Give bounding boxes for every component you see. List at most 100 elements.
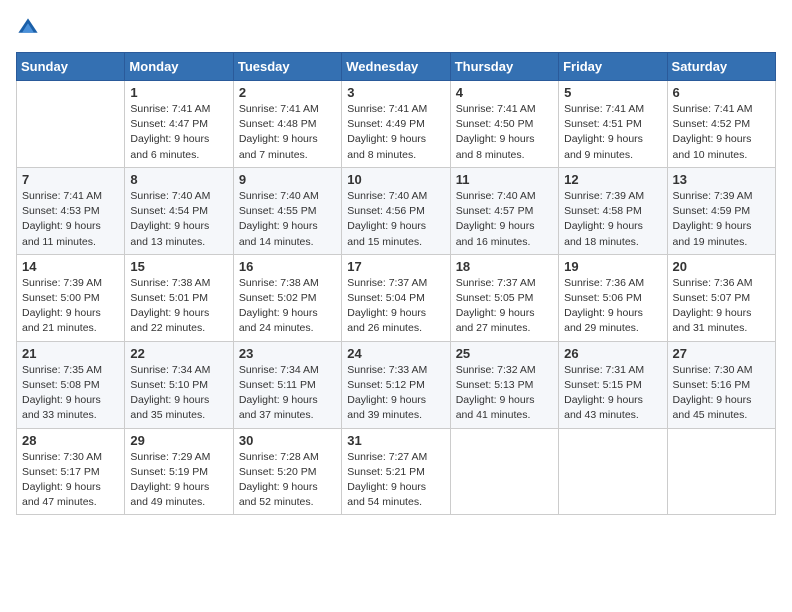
day-number: 16 bbox=[239, 259, 336, 274]
calendar-cell: 29Sunrise: 7:29 AMSunset: 5:19 PMDayligh… bbox=[125, 428, 233, 515]
day-info: Sunrise: 7:41 AMSunset: 4:47 PMDaylight:… bbox=[130, 102, 227, 163]
day-info: Sunrise: 7:41 AMSunset: 4:52 PMDaylight:… bbox=[673, 102, 770, 163]
calendar-cell: 15Sunrise: 7:38 AMSunset: 5:01 PMDayligh… bbox=[125, 254, 233, 341]
day-number: 3 bbox=[347, 85, 444, 100]
day-number: 14 bbox=[22, 259, 119, 274]
calendar-cell: 26 Sunrise: 7:31 AMSunset: 5:15 PMDayligh… bbox=[559, 341, 667, 428]
weekday-header-saturday: Saturday bbox=[667, 53, 775, 81]
calendar-cell: 25 Sunrise: 7:32 AMSunset: 5:13 PMDayligh… bbox=[450, 341, 558, 428]
calendar-cell: 3 Sunrise: 7:41 AMSunset: 4:49 PMDaylight… bbox=[342, 81, 450, 168]
day-number: 20 bbox=[673, 259, 770, 274]
calendar-cell: 7 Sunrise: 7:41 AMSunset: 4:53 PMDaylight… bbox=[17, 167, 125, 254]
day-number: 30 bbox=[239, 433, 336, 448]
calendar-cell bbox=[667, 428, 775, 515]
day-info: Sunrise: 7:30 AMSunset: 5:16 PMDaylight:… bbox=[673, 363, 770, 424]
day-number: 12 bbox=[564, 172, 661, 187]
calendar-cell bbox=[559, 428, 667, 515]
day-info: Sunrise: 7:28 AMSunset: 5:20 PMDaylight:… bbox=[239, 450, 336, 511]
day-number: 26 bbox=[564, 346, 661, 361]
day-info: Sunrise: 7:39 AMSunset: 5:00 PMDaylight:… bbox=[22, 276, 119, 337]
day-info: Sunrise: 7:41 AMSunset: 4:50 PMDaylight:… bbox=[456, 102, 553, 163]
day-info: Sunrise: 7:36 AMSunset: 5:07 PMDaylight:… bbox=[673, 276, 770, 337]
day-number: 17 bbox=[347, 259, 444, 274]
day-number: 29 bbox=[130, 433, 227, 448]
day-info: Sunrise: 7:36 AMSunset: 5:06 PMDaylight:… bbox=[564, 276, 661, 337]
calendar-week-3: 21 Sunrise: 7:35 AMSunset: 5:08 PMDayligh… bbox=[17, 341, 776, 428]
calendar-cell: 30 Sunrise: 7:28 AMSunset: 5:20 PMDayligh… bbox=[233, 428, 341, 515]
day-number: 23 bbox=[239, 346, 336, 361]
day-info: Sunrise: 7:39 AMSunset: 4:59 PMDaylight:… bbox=[673, 189, 770, 250]
logo-icon bbox=[16, 16, 40, 40]
calendar-cell: 6 Sunrise: 7:41 AMSunset: 4:52 PMDaylight… bbox=[667, 81, 775, 168]
weekday-header-tuesday: Tuesday bbox=[233, 53, 341, 81]
calendar-body: 1 Sunrise: 7:41 AMSunset: 4:47 PMDaylight… bbox=[17, 81, 776, 515]
day-number: 25 bbox=[456, 346, 553, 361]
calendar-cell: 14 Sunrise: 7:39 AMSunset: 5:00 PMDayligh… bbox=[17, 254, 125, 341]
day-info: Sunrise: 7:38 AMSunset: 5:02 PMDaylight:… bbox=[239, 276, 336, 337]
day-number: 21 bbox=[22, 346, 119, 361]
day-info: Sunrise: 7:39 AMSunset: 4:58 PMDaylight:… bbox=[564, 189, 661, 250]
calendar-cell: 24 Sunrise: 7:33 AMSunset: 5:12 PMDayligh… bbox=[342, 341, 450, 428]
day-info: Sunrise: 7:34 AMSunset: 5:11 PMDaylight:… bbox=[239, 363, 336, 424]
day-number: 27 bbox=[673, 346, 770, 361]
day-info: Sunrise: 7:41 AMSunset: 4:53 PMDaylight:… bbox=[22, 189, 119, 250]
weekday-header-friday: Friday bbox=[559, 53, 667, 81]
day-info: Sunrise: 7:37 AMSunset: 5:05 PMDaylight:… bbox=[456, 276, 553, 337]
calendar-cell: 28Sunrise: 7:30 AMSunset: 5:17 PMDayligh… bbox=[17, 428, 125, 515]
day-number: 7 bbox=[22, 172, 119, 187]
calendar-cell: 5 Sunrise: 7:41 AMSunset: 4:51 PMDaylight… bbox=[559, 81, 667, 168]
day-info: Sunrise: 7:40 AMSunset: 4:56 PMDaylight:… bbox=[347, 189, 444, 250]
day-info: Sunrise: 7:30 AMSunset: 5:17 PMDaylight:… bbox=[22, 450, 119, 511]
day-info: Sunrise: 7:41 AMSunset: 4:51 PMDaylight:… bbox=[564, 102, 661, 163]
day-info: Sunrise: 7:27 AMSunset: 5:21 PMDaylight:… bbox=[347, 450, 444, 511]
day-info: Sunrise: 7:41 AMSunset: 4:49 PMDaylight:… bbox=[347, 102, 444, 163]
calendar-week-2: 14 Sunrise: 7:39 AMSunset: 5:00 PMDayligh… bbox=[17, 254, 776, 341]
day-info: Sunrise: 7:33 AMSunset: 5:12 PMDaylight:… bbox=[347, 363, 444, 424]
calendar-cell: 1 Sunrise: 7:41 AMSunset: 4:47 PMDaylight… bbox=[125, 81, 233, 168]
day-number: 11 bbox=[456, 172, 553, 187]
weekday-header-wednesday: Wednesday bbox=[342, 53, 450, 81]
page-header bbox=[16, 16, 776, 40]
day-number: 5 bbox=[564, 85, 661, 100]
calendar-week-0: 1 Sunrise: 7:41 AMSunset: 4:47 PMDaylight… bbox=[17, 81, 776, 168]
weekday-header-sunday: Sunday bbox=[17, 53, 125, 81]
calendar-cell: 13 Sunrise: 7:39 AMSunset: 4:59 PMDayligh… bbox=[667, 167, 775, 254]
calendar-cell: 9 Sunrise: 7:40 AMSunset: 4:55 PMDaylight… bbox=[233, 167, 341, 254]
day-info: Sunrise: 7:40 AMSunset: 4:55 PMDaylight:… bbox=[239, 189, 336, 250]
calendar-cell: 31Sunrise: 7:27 AMSunset: 5:21 PMDayligh… bbox=[342, 428, 450, 515]
calendar-cell: 8 Sunrise: 7:40 AMSunset: 4:54 PMDaylight… bbox=[125, 167, 233, 254]
day-info: Sunrise: 7:35 AMSunset: 5:08 PMDaylight:… bbox=[22, 363, 119, 424]
calendar-cell: 19Sunrise: 7:36 AMSunset: 5:06 PMDayligh… bbox=[559, 254, 667, 341]
day-info: Sunrise: 7:31 AMSunset: 5:15 PMDaylight:… bbox=[564, 363, 661, 424]
day-number: 22 bbox=[130, 346, 227, 361]
calendar-cell: 21 Sunrise: 7:35 AMSunset: 5:08 PMDayligh… bbox=[17, 341, 125, 428]
calendar-cell: 12 Sunrise: 7:39 AMSunset: 4:58 PMDayligh… bbox=[559, 167, 667, 254]
day-number: 13 bbox=[673, 172, 770, 187]
day-number: 4 bbox=[456, 85, 553, 100]
day-number: 1 bbox=[130, 85, 227, 100]
calendar-cell bbox=[450, 428, 558, 515]
calendar-cell: 27 Sunrise: 7:30 AMSunset: 5:16 PMDayligh… bbox=[667, 341, 775, 428]
calendar-cell bbox=[17, 81, 125, 168]
calendar-cell: 4 Sunrise: 7:41 AMSunset: 4:50 PMDaylight… bbox=[450, 81, 558, 168]
calendar-cell: 17 Sunrise: 7:37 AMSunset: 5:04 PMDayligh… bbox=[342, 254, 450, 341]
day-number: 9 bbox=[239, 172, 336, 187]
logo bbox=[16, 16, 44, 40]
calendar-cell: 18 Sunrise: 7:37 AMSunset: 5:05 PMDayligh… bbox=[450, 254, 558, 341]
calendar-cell: 10 Sunrise: 7:40 AMSunset: 4:56 PMDayligh… bbox=[342, 167, 450, 254]
calendar-cell: 11Sunrise: 7:40 AMSunset: 4:57 PMDayligh… bbox=[450, 167, 558, 254]
day-number: 18 bbox=[456, 259, 553, 274]
calendar-cell: 23 Sunrise: 7:34 AMSunset: 5:11 PMDayligh… bbox=[233, 341, 341, 428]
day-info: Sunrise: 7:37 AMSunset: 5:04 PMDaylight:… bbox=[347, 276, 444, 337]
day-number: 10 bbox=[347, 172, 444, 187]
day-number: 2 bbox=[239, 85, 336, 100]
day-info: Sunrise: 7:40 AMSunset: 4:54 PMDaylight:… bbox=[130, 189, 227, 250]
day-number: 8 bbox=[130, 172, 227, 187]
day-info: Sunrise: 7:32 AMSunset: 5:13 PMDaylight:… bbox=[456, 363, 553, 424]
calendar-cell: 16 Sunrise: 7:38 AMSunset: 5:02 PMDayligh… bbox=[233, 254, 341, 341]
weekday-header-thursday: Thursday bbox=[450, 53, 558, 81]
day-number: 6 bbox=[673, 85, 770, 100]
calendar-week-4: 28Sunrise: 7:30 AMSunset: 5:17 PMDayligh… bbox=[17, 428, 776, 515]
day-number: 24 bbox=[347, 346, 444, 361]
calendar-table: SundayMondayTuesdayWednesdayThursdayFrid… bbox=[16, 52, 776, 515]
